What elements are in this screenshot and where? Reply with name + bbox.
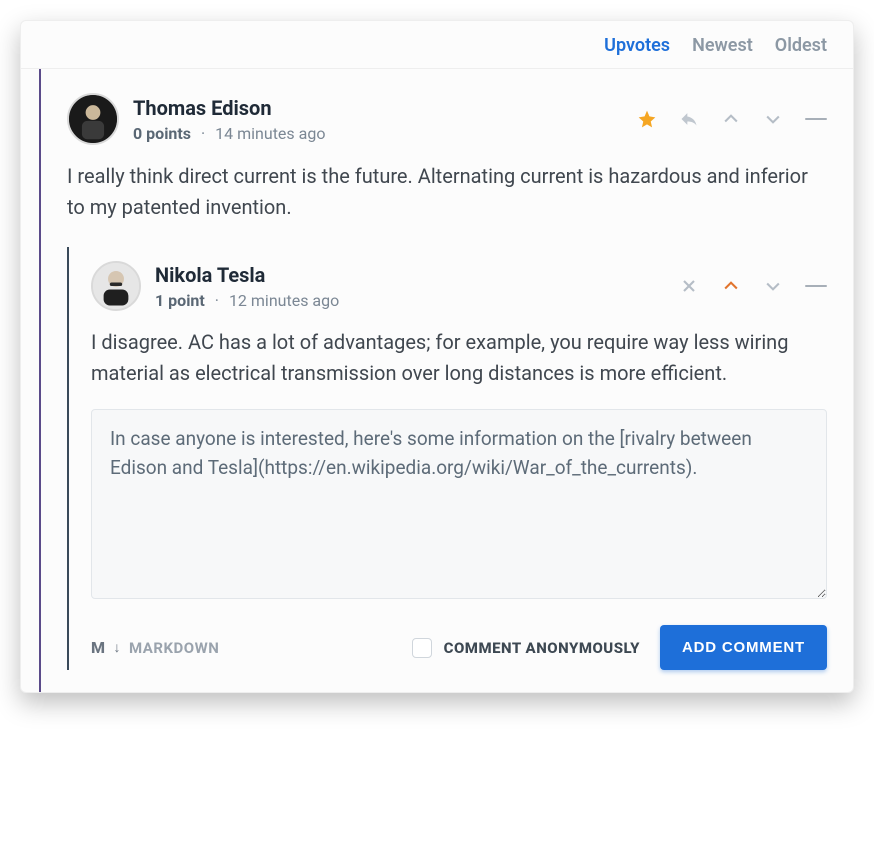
points-label: 0 points — [133, 124, 191, 143]
editor-footer: M ↓ MARKDOWN COMMENT ANONYMOUSLY ADD COM… — [91, 625, 827, 670]
comment-meta: 1 point · 12 minutes ago — [155, 291, 339, 310]
author-name[interactable]: Thomas Edison — [133, 96, 325, 120]
separator-dot: · — [215, 291, 219, 310]
anonymous-checkbox[interactable]: COMMENT ANONYMOUSLY — [412, 638, 640, 658]
separator-dot: · — [201, 124, 205, 143]
timestamp: 12 minutes ago — [229, 291, 339, 310]
comment-meta: 0 points · 14 minutes ago — [133, 124, 325, 143]
comment-thread: Thomas Edison 0 points · 14 minutes ago — [39, 69, 853, 692]
comment: Nikola Tesla 1 point · 12 minutes ago — [91, 247, 827, 670]
markdown-short: M — [91, 638, 106, 657]
upvote-icon[interactable] — [721, 276, 741, 296]
collapse-icon[interactable] — [805, 285, 827, 287]
star-icon[interactable] — [637, 109, 657, 129]
close-icon[interactable] — [679, 276, 699, 296]
comment-header: Thomas Edison 0 points · 14 minutes ago — [67, 93, 827, 145]
avatar[interactable] — [91, 261, 141, 311]
comment-author-block: Thomas Edison 0 points · 14 minutes ago — [67, 93, 325, 145]
add-comment-button[interactable]: ADD COMMENT — [660, 625, 827, 670]
anonymous-label: COMMENT ANONYMOUSLY — [444, 639, 640, 657]
sort-upvotes[interactable]: Upvotes — [604, 35, 670, 56]
reply-thread: Nikola Tesla 1 point · 12 minutes ago — [67, 247, 827, 670]
comment-header: Nikola Tesla 1 point · 12 minutes ago — [91, 261, 827, 311]
reply-icon[interactable] — [679, 109, 699, 129]
points-label: 1 point — [155, 291, 205, 310]
upvote-icon[interactable] — [721, 109, 741, 129]
comment: Thomas Edison 0 points · 14 minutes ago — [67, 79, 827, 670]
editor-footer-right: COMMENT ANONYMOUSLY ADD COMMENT — [412, 625, 827, 670]
timestamp: 14 minutes ago — [215, 124, 325, 143]
comment-widget: Upvotes Newest Oldest Thomas Edison 0 po… — [20, 20, 854, 693]
comment-author-block: Nikola Tesla 1 point · 12 minutes ago — [91, 261, 339, 311]
comment-body: I really think direct current is the fut… — [67, 161, 827, 223]
author-name[interactable]: Nikola Tesla — [155, 263, 339, 287]
sort-oldest[interactable]: Oldest — [775, 35, 827, 56]
checkbox-box[interactable] — [412, 638, 432, 658]
reply-input[interactable] — [91, 409, 827, 599]
sort-newest[interactable]: Newest — [692, 35, 753, 56]
comment-actions — [679, 276, 827, 296]
chevron-down-icon: ↓ — [114, 639, 122, 656]
avatar[interactable] — [67, 93, 119, 145]
downvote-icon[interactable] — [763, 276, 783, 296]
collapse-icon[interactable] — [805, 118, 827, 120]
comment-actions — [637, 109, 827, 129]
markdown-label: MARKDOWN — [129, 639, 219, 657]
sort-bar: Upvotes Newest Oldest — [21, 21, 853, 69]
comment-body: I disagree. AC has a lot of advantages; … — [91, 327, 827, 389]
markdown-toggle[interactable]: M ↓ MARKDOWN — [91, 638, 219, 657]
downvote-icon[interactable] — [763, 109, 783, 129]
